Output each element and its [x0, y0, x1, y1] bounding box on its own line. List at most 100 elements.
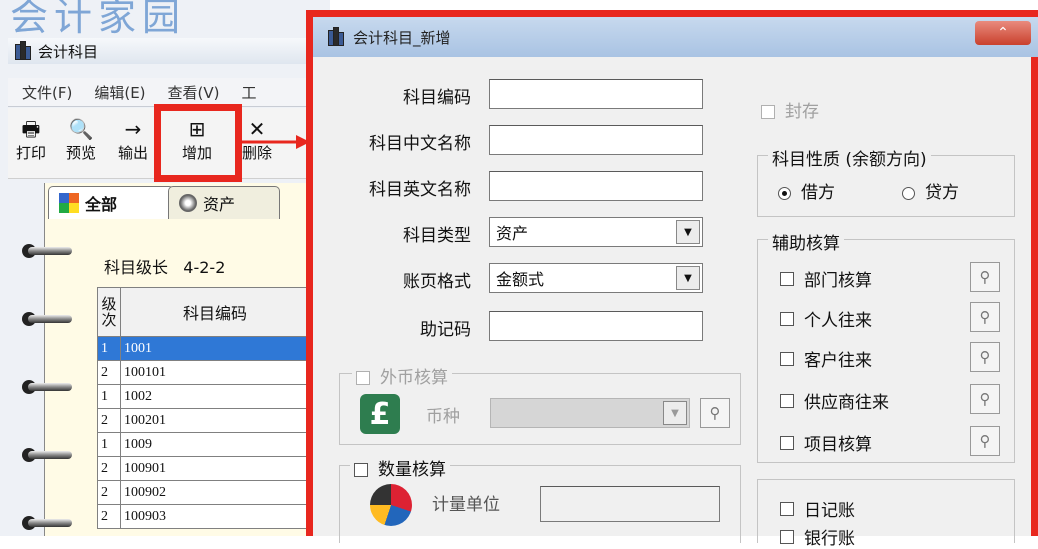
row-level: 2: [97, 408, 121, 433]
grid-header-code[interactable]: 科目编码: [120, 287, 310, 337]
aux-title: 辅助核算: [768, 229, 844, 254]
foreign-currency-checkbox[interactable]: [356, 371, 370, 385]
row-level: 1: [97, 336, 121, 361]
close-icon: ⌃: [997, 25, 1009, 41]
aux-supplier-checkbox[interactable]: [780, 393, 794, 408]
table-row[interactable]: 2 100201: [97, 408, 310, 433]
foreign-currency-title: 外币核算: [352, 363, 452, 388]
table-row[interactable]: 2 100902: [97, 480, 310, 505]
seal-checkbox[interactable]: [761, 105, 775, 119]
en-name-label: 科目英文名称: [369, 180, 471, 200]
chevron-down-icon[interactable]: ▼: [676, 220, 700, 244]
aux-customer-option[interactable]: 客户往来: [780, 346, 872, 371]
row-level: 1: [97, 432, 121, 457]
table-row[interactable]: 1 1001: [97, 336, 310, 361]
bank-book-checkbox[interactable]: [780, 529, 794, 544]
credit-option[interactable]: 贷方: [902, 178, 959, 203]
aux-group: 辅助核算 部门核算 ⚲ 个人往来 ⚲ 客户往来 ⚲ 供应商往来 ⚲ 项目核算 ⚲: [757, 229, 1015, 463]
row-code: 100902: [120, 480, 310, 505]
journal-checkbox[interactable]: [780, 501, 794, 516]
table-row[interactable]: 2 100903: [97, 504, 310, 529]
background-window: 会计家园 会计科目 文件(F) 编辑(E) 查看(V) 工 🖶 打印 🔍 预览 …: [0, 0, 344, 536]
aux-project-checkbox[interactable]: [780, 435, 794, 450]
currency-lookup-button[interactable]: ⚲: [700, 398, 730, 428]
search-icon: ⚲: [979, 390, 991, 408]
menu-view[interactable]: 查看(V): [168, 82, 220, 103]
code-input[interactable]: [489, 79, 703, 109]
chevron-down-icon[interactable]: ▼: [663, 401, 687, 425]
dept-lookup-button[interactable]: ⚲: [970, 262, 1000, 292]
row-level: 1: [97, 384, 121, 409]
code-label: 科目编码: [403, 88, 471, 108]
currency-icon: £: [360, 394, 400, 434]
row-level: 2: [97, 456, 121, 481]
printer-icon: 🖶: [21, 117, 41, 141]
books-icon: [14, 41, 32, 60]
preview-button[interactable]: 🔍 预览: [58, 116, 104, 174]
aux-personal-checkbox[interactable]: [780, 311, 794, 326]
row-level: 2: [97, 480, 121, 505]
seal-label: 封存: [785, 102, 819, 122]
aux-supplier-option[interactable]: 供应商往来: [780, 388, 889, 413]
tab-assets[interactable]: 资产: [168, 186, 280, 219]
table-row[interactable]: 1 1002: [97, 384, 310, 409]
row-level: 2: [97, 504, 121, 529]
chevron-down-icon[interactable]: ▼: [676, 266, 700, 290]
customer-lookup-button[interactable]: ⚲: [970, 342, 1000, 372]
unit-input[interactable]: [540, 486, 720, 522]
dialog-title: 会计科目_新增: [353, 28, 451, 47]
en-name-input[interactable]: [489, 171, 703, 201]
nature-title: 科目性质 (余额方向): [768, 145, 931, 170]
grid-header-level[interactable]: 级次: [97, 287, 121, 337]
menu-file[interactable]: 文件(F): [22, 82, 72, 103]
bank-book-option[interactable]: 银行账: [780, 524, 855, 549]
aux-personal-option[interactable]: 个人往来: [780, 306, 872, 331]
books-icon: [327, 27, 345, 46]
menu-tools[interactable]: 工: [242, 82, 257, 103]
cn-name-label: 科目中文名称: [369, 134, 471, 154]
format-select[interactable]: 金额式 ▼: [489, 263, 703, 293]
account-level-info: 科目级长 4-2-2: [104, 254, 225, 278]
aux-project-option[interactable]: 项目核算: [780, 430, 872, 455]
close-button[interactable]: ⌃: [975, 21, 1031, 45]
export-icon: →: [124, 117, 142, 141]
quantity-group: 数量核算 计量单位: [339, 455, 741, 543]
export-button[interactable]: → 输出: [110, 116, 156, 174]
aux-customer-checkbox[interactable]: [780, 351, 794, 366]
table-row[interactable]: 2 100901: [97, 456, 310, 481]
type-select[interactable]: 资产 ▼: [489, 217, 703, 247]
preview-icon: 🔍: [68, 117, 94, 141]
app-logo-text: 会计家园: [10, 0, 187, 39]
tab-all[interactable]: 全部: [48, 186, 174, 219]
search-icon: ⚲: [709, 404, 721, 422]
quantity-checkbox[interactable]: [354, 463, 368, 477]
aux-dept-option[interactable]: 部门核算: [780, 266, 872, 291]
level-value: 4-2-2: [183, 258, 226, 277]
aux-dept-checkbox[interactable]: [780, 271, 794, 286]
row-code: 100201: [120, 408, 310, 433]
mnemonic-input[interactable]: [489, 311, 703, 341]
tab-strip: 全部 资产: [48, 186, 330, 220]
binder-ring-icon: [22, 380, 74, 394]
tab-all-label: 全部: [85, 195, 118, 214]
search-icon: ⚲: [979, 268, 991, 286]
dialog-titlebar: 会计科目_新增: [313, 17, 1038, 57]
assets-icon: [179, 194, 197, 212]
journal-option[interactable]: 日记账: [780, 496, 855, 521]
personal-lookup-button[interactable]: ⚲: [970, 302, 1000, 332]
debit-option[interactable]: 借方: [778, 178, 835, 203]
project-lookup-button[interactable]: ⚲: [970, 426, 1000, 456]
currency-select[interactable]: ▼: [490, 398, 690, 428]
unit-label: 计量单位: [432, 495, 500, 515]
credit-radio[interactable]: [902, 186, 915, 200]
level-label: 科目级长: [104, 258, 169, 277]
red-arrow-icon: [240, 135, 310, 149]
debit-radio[interactable]: [778, 186, 791, 200]
table-row[interactable]: 1 1009: [97, 432, 310, 457]
table-row[interactable]: 2 100101: [97, 360, 310, 385]
binder-ring-icon: [22, 312, 74, 326]
supplier-lookup-button[interactable]: ⚲: [970, 384, 1000, 414]
print-button[interactable]: 🖶 打印: [8, 116, 54, 174]
menu-edit[interactable]: 编辑(E): [94, 82, 145, 103]
cn-name-input[interactable]: [489, 125, 703, 155]
